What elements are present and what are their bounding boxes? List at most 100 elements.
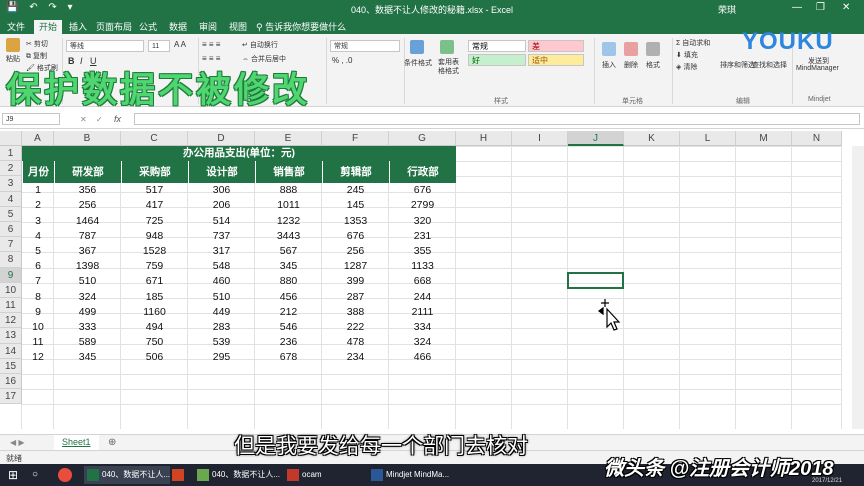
autosum-button[interactable]: Σ 自动求和 (676, 38, 710, 48)
table-cell[interactable]: 676 (389, 183, 456, 198)
table-cell[interactable]: 1232 (255, 214, 322, 229)
table-cell[interactable]: 1528 (121, 244, 188, 259)
table-cell[interactable]: 287 (322, 290, 389, 305)
table-cell[interactable]: 244 (389, 290, 456, 305)
windows-start-icon[interactable]: ⊞ (8, 466, 18, 484)
row-header-4[interactable]: 4 (0, 191, 22, 207)
paste-icon[interactable] (6, 38, 20, 52)
taskbar-excel-item[interactable]: 040、数据不让人... (84, 466, 170, 484)
table-cell[interactable]: 2 (22, 198, 54, 213)
table-cell[interactable]: 750 (121, 335, 188, 350)
select-all-corner[interactable] (0, 131, 22, 146)
column-header-j[interactable]: J (568, 131, 624, 146)
table-cell[interactable]: 10 (22, 320, 54, 335)
row-header-1[interactable]: 1 (0, 146, 22, 162)
insert-cells-icon[interactable] (602, 42, 616, 56)
row-header-6[interactable]: 6 (0, 222, 22, 238)
table-cell[interactable]: 948 (121, 229, 188, 244)
restore-button[interactable]: ❐ (816, 2, 825, 13)
sort-filter-button[interactable]: 排序和筛选 (720, 60, 755, 70)
style-bad[interactable]: 差 (528, 40, 584, 52)
table-cell[interactable]: 355 (389, 244, 456, 259)
tab-file[interactable]: 文件 (2, 20, 30, 34)
table-cell[interactable]: 725 (121, 214, 188, 229)
table-cell[interactable]: 283 (188, 320, 255, 335)
column-header-b[interactable]: B (54, 131, 121, 146)
table-cell[interactable]: 356 (54, 183, 121, 198)
font-grow-icon[interactable]: A A (174, 40, 186, 49)
user-name[interactable]: 荣琪 (718, 3, 736, 16)
column-header-n[interactable]: N (792, 131, 842, 146)
table-cell[interactable]: 367 (54, 244, 121, 259)
column-header-c[interactable]: C (121, 131, 188, 146)
row-header-7[interactable]: 7 (0, 237, 22, 253)
table-title[interactable]: 办公用品支出(单位：元) (22, 146, 456, 162)
table-cell[interactable]: 1398 (54, 259, 121, 274)
table-cell[interactable]: 888 (255, 183, 322, 198)
table-header-cell[interactable]: 销售部 (255, 161, 322, 184)
tab-review[interactable]: 审阅 (194, 20, 222, 34)
table-cell[interactable]: 548 (188, 259, 255, 274)
table-cell[interactable]: 676 (322, 229, 389, 244)
format-cells-button[interactable]: 格式 (646, 60, 660, 70)
table-cell[interactable]: 567 (255, 244, 322, 259)
table-cell[interactable]: 478 (322, 335, 389, 350)
tab-data[interactable]: 数据 (164, 20, 192, 34)
table-cell[interactable]: 4 (22, 229, 54, 244)
column-header-a[interactable]: A (22, 131, 54, 146)
table-cell[interactable]: 1464 (54, 214, 121, 229)
delete-cells-button[interactable]: 删除 (624, 60, 638, 70)
table-cell[interactable]: 737 (188, 229, 255, 244)
table-cell[interactable]: 324 (54, 290, 121, 305)
enter-icon[interactable]: ✓ (96, 115, 103, 124)
table-cell[interactable]: 1160 (121, 305, 188, 320)
table-cell[interactable]: 5 (22, 244, 54, 259)
close-button[interactable]: ✕ (842, 2, 850, 13)
table-cell[interactable]: 7 (22, 274, 54, 289)
conditional-format-icon[interactable] (410, 40, 424, 54)
row-header-3[interactable]: 3 (0, 176, 22, 192)
table-cell[interactable]: 317 (188, 244, 255, 259)
row-header-2[interactable]: 2 (0, 161, 22, 177)
table-cell[interactable]: 333 (54, 320, 121, 335)
column-header-i[interactable]: I (512, 131, 568, 146)
table-cell[interactable]: 506 (121, 350, 188, 365)
column-header-m[interactable]: M (736, 131, 792, 146)
table-header-cell[interactable]: 剪辑部 (322, 161, 389, 184)
table-cell[interactable]: 3 (22, 214, 54, 229)
cut-button[interactable]: ✂ 剪切 (26, 39, 48, 49)
table-cell[interactable]: 1 (22, 183, 54, 198)
taskbar-excel-item-2[interactable]: 040、数据不让人... (194, 466, 280, 484)
tab-view[interactable]: 视图 (224, 20, 252, 34)
table-cell[interactable]: 256 (54, 198, 121, 213)
table-cell[interactable]: 539 (188, 335, 255, 350)
style-normal[interactable]: 常规 (468, 40, 526, 52)
sheet-nav-icon[interactable]: ◀ ▶ (10, 438, 25, 447)
table-cell[interactable]: 671 (121, 274, 188, 289)
table-cell[interactable]: 1353 (322, 214, 389, 229)
table-header-cell[interactable]: 采购部 (121, 161, 188, 184)
row-header-5[interactable]: 5 (0, 206, 22, 222)
row-header-11[interactable]: 11 (0, 298, 22, 314)
row-header-17[interactable]: 17 (0, 389, 22, 405)
table-cell[interactable]: 494 (121, 320, 188, 335)
function-icon[interactable]: fx (114, 114, 121, 124)
table-cell[interactable]: 9 (22, 305, 54, 320)
insert-cells-button[interactable]: 插入 (602, 60, 616, 70)
table-cell[interactable]: 466 (389, 350, 456, 365)
table-cell[interactable]: 11 (22, 335, 54, 350)
table-cell[interactable]: 546 (255, 320, 322, 335)
add-sheet-button[interactable]: ⊕ (108, 437, 116, 448)
table-header-cell[interactable]: 月份 (22, 161, 54, 184)
table-cell[interactable]: 399 (322, 274, 389, 289)
table-cell[interactable]: 499 (54, 305, 121, 320)
table-cell[interactable]: 388 (322, 305, 389, 320)
search-icon[interactable]: ○ (32, 466, 38, 484)
format-cells-icon[interactable] (646, 42, 660, 56)
taskbar-ppt-item[interactable] (172, 466, 188, 484)
column-header-d[interactable]: D (188, 131, 255, 146)
minimize-button[interactable]: — (792, 2, 802, 13)
fill-button[interactable]: ⬇ 填充 (676, 50, 698, 60)
font-size-select[interactable]: 11 (148, 40, 170, 52)
table-cell[interactable]: 456 (255, 290, 322, 305)
